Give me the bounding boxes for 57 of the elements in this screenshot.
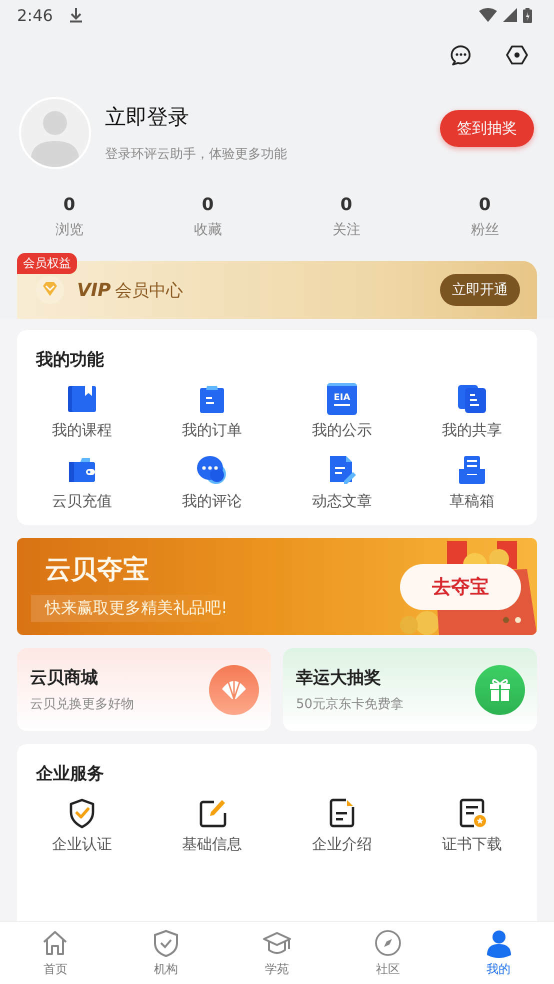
book-icon <box>66 383 98 415</box>
drawer-icon <box>456 454 488 486</box>
vip-label: VIP <box>77 280 111 300</box>
login-subtitle: 登录环评云助手，体验更多功能 <box>105 146 288 163</box>
status-time: 2:46 <box>17 6 53 24</box>
stat-count: 0 <box>202 195 214 215</box>
signal-icon <box>503 8 517 22</box>
function-label[interactable]: 我的课程 <box>52 421 112 440</box>
member-center-title: 会员中心 <box>114 280 183 302</box>
function-label[interactable]: 我的公示 <box>312 421 372 440</box>
sign-text: EIA <box>334 392 350 406</box>
function-label[interactable]: 企业认证 <box>52 835 112 854</box>
login-title[interactable]: 立即登录 <box>105 103 440 131</box>
function-label[interactable]: 我的评论 <box>182 492 242 511</box>
home-icon <box>41 928 70 958</box>
stat-count: 0 <box>478 195 491 215</box>
function-label[interactable]: 我的共享 <box>442 421 502 440</box>
function-label[interactable]: 云贝充值 <box>52 492 112 511</box>
chat-bubbles-icon <box>196 454 228 486</box>
promo-card[interactable]: 云贝商城 云贝兑换更多好物 <box>17 648 271 731</box>
promo-title: 幸运大抽奖 <box>296 667 382 689</box>
tab-bar-item[interactable]: 首页 <box>0 922 111 984</box>
battery-icon <box>523 8 532 22</box>
compass-icon <box>374 928 402 958</box>
treasure-banner[interactable]: 云贝夺宝 快来赢取更多精美礼品吧! 去夺宝 <box>17 538 537 635</box>
settings-icon[interactable] <box>506 44 528 66</box>
stat-count: 0 <box>63 195 76 215</box>
documents-icon <box>456 383 488 415</box>
activate-now-button[interactable]: 立即开通 <box>440 274 520 306</box>
promo-subtitle: 50元京东卡免费拿 <box>296 696 405 713</box>
gift-icon <box>475 664 525 714</box>
wifi-icon <box>479 8 497 22</box>
download-icon <box>68 7 83 23</box>
checkin-lottery-button[interactable]: 签到抽奖 <box>440 110 534 146</box>
shell-icon <box>209 664 259 714</box>
person-icon <box>484 928 513 958</box>
banner-title: 云贝夺宝 <box>44 554 150 586</box>
function-label[interactable]: 草稿箱 <box>450 492 494 511</box>
function-label[interactable]: 基础信息 <box>182 835 242 854</box>
tab-bar-item[interactable]: 机构 <box>110 922 222 984</box>
tab-bar-item[interactable]: 我的 <box>443 922 554 984</box>
function-label[interactable]: 我的订单 <box>182 421 242 440</box>
function-label[interactable]: 证书下载 <box>442 835 502 854</box>
section-title: 企业服务 <box>34 763 105 785</box>
go-treasure-button[interactable]: 去夺宝 <box>400 564 521 610</box>
stat-count: 0 <box>340 195 352 215</box>
message-icon[interactable] <box>450 44 472 66</box>
function-label[interactable]: 企业介绍 <box>312 835 372 854</box>
function-label[interactable]: 动态文章 <box>312 492 372 511</box>
promo-subtitle: 云贝兑换更多好物 <box>30 696 135 713</box>
member-benefits-tag: 会员权益 <box>17 253 77 274</box>
promo-card[interactable]: 幸运大抽奖 50元京东卡免费拿 <box>283 648 537 731</box>
promo-title: 云贝商城 <box>30 667 99 689</box>
tab-bar-item[interactable]: 学苑 <box>222 922 332 984</box>
tab-bar-item[interactable]: 社区 <box>332 922 444 984</box>
shield-check-icon <box>152 928 180 958</box>
section-title: 我的功能 <box>34 349 105 371</box>
